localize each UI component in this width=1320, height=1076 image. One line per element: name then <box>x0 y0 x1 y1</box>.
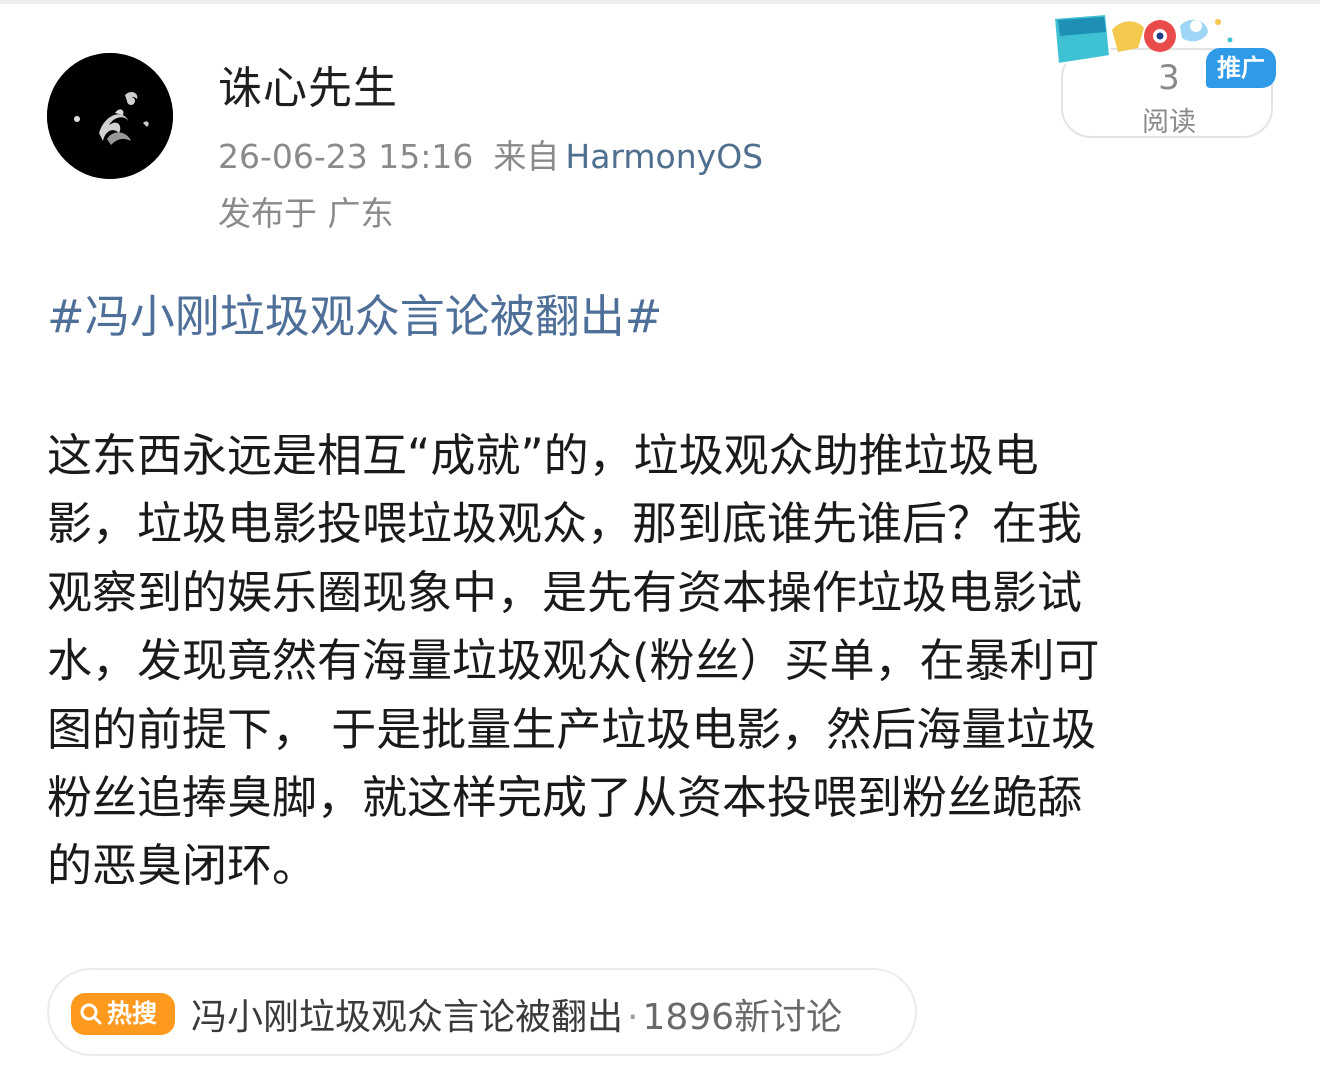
post-line: 的恶臭闭环。 <box>47 839 318 893</box>
post-line: 影，垃圾电影投喂垃圾观众，那到底谁先谁后？在我 <box>47 497 1083 551</box>
author-name[interactable]: 诛心先生 <box>218 52 398 116</box>
source-label: 来自 <box>493 137 560 176</box>
post-body: 这东西永远是相互“成就”的，垃圾观众助推垃圾电 影，垃圾电影投喂垃圾观众，那到底… <box>47 422 1272 901</box>
post-line: 粉丝追捧臭脚，就这样完成了从资本投喂到粉丝跪舔 <box>47 770 1083 824</box>
separator-dot: · <box>627 997 639 1038</box>
post-line: 水，发现竟然有海量垃圾观众(粉丝）买单，在暴利可 <box>47 634 1100 688</box>
post-meta: 26-06-23 15:16 来自 HarmonyOS <box>218 130 763 178</box>
promotion-badge: 推广 <box>1206 48 1276 88</box>
post-line: 这东西永远是相互“成就”的，垃圾观众助推垃圾电 <box>47 429 1039 482</box>
post-line: 观察到的娱乐圈现象中，是先有资本操作垃圾电影试 <box>47 565 1083 619</box>
top-divider <box>0 0 1320 4</box>
feather-avatar-icon <box>47 53 173 179</box>
topic-hashtag-link[interactable]: #冯小刚垃圾观众言论被翻出# <box>47 280 662 345</box>
post-line: 图的前提下， 于是批量生产垃圾电影，然后海量垃圾 <box>47 702 1097 756</box>
post-location: 发布于 广东 <box>218 194 394 233</box>
read-label: 阅读 <box>1142 107 1196 138</box>
hot-search-badge-label: 热搜 <box>107 999 158 1028</box>
source-name[interactable]: HarmonyOS <box>565 137 763 176</box>
hot-search-text: 冯小刚垃圾观众言论被翻出 · 1896新讨论 <box>191 988 842 1040</box>
post-datetime: 26-06-23 15:16 <box>218 137 474 176</box>
hot-search-card[interactable]: 热搜 冯小刚垃圾观众言论被翻出 · 1896新讨论 <box>47 968 917 1056</box>
search-icon <box>80 1003 102 1025</box>
hot-search-topic: 冯小刚垃圾观众言论被翻出 <box>191 997 624 1038</box>
avatar[interactable] <box>47 53 173 179</box>
discussion-count: 1896新讨论 <box>642 997 843 1038</box>
hot-search-badge: 热搜 <box>71 993 175 1035</box>
